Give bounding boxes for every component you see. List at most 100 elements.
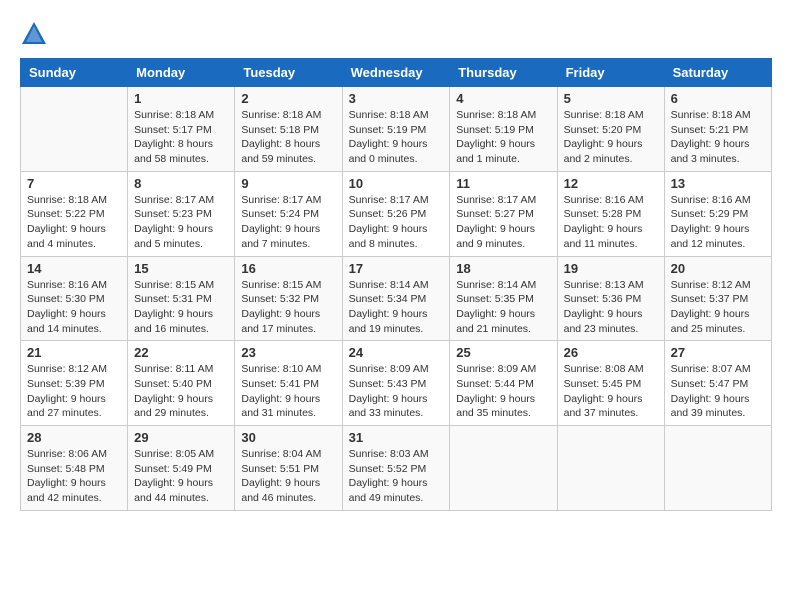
cell-content: Sunrise: 8:12 AM Sunset: 5:37 PM Dayligh… [671, 278, 765, 337]
calendar-cell: 18 Sunrise: 8:14 AM Sunset: 5:35 PM Dayli… [450, 256, 557, 341]
cell-content: Sunrise: 8:18 AM Sunset: 5:19 PM Dayligh… [456, 108, 550, 167]
day-number: 30 [241, 430, 335, 445]
calendar-cell: 8 Sunrise: 8:17 AM Sunset: 5:23 PM Daylig… [128, 171, 235, 256]
calendar-cell: 31 Sunrise: 8:03 AM Sunset: 5:52 PM Dayli… [342, 426, 450, 511]
calendar-cell: 27Sunrise: 8:07 AM Sunset: 5:47 PM Dayli… [664, 341, 771, 426]
calendar-cell: 28 Sunrise: 8:06 AM Sunset: 5:48 PM Dayli… [21, 426, 128, 511]
day-number: 26 [564, 345, 658, 360]
cell-content: Sunrise: 8:16 AM Sunset: 5:29 PM Dayligh… [671, 193, 765, 252]
cell-content: Sunrise: 8:12 AM Sunset: 5:39 PM Dayligh… [27, 362, 121, 421]
day-number: 18 [456, 261, 550, 276]
weekday-header-monday: Monday [128, 59, 235, 87]
weekday-header-wednesday: Wednesday [342, 59, 450, 87]
cell-content: Sunrise: 8:10 AM Sunset: 5:41 PM Dayligh… [241, 362, 335, 421]
calendar-cell: 12 Sunrise: 8:16 AM Sunset: 5:28 PM Dayli… [557, 171, 664, 256]
calendar-cell: 5 Sunrise: 8:18 AM Sunset: 5:20 PM Daylig… [557, 87, 664, 172]
day-number: 8 [134, 176, 228, 191]
calendar-cell: 20 Sunrise: 8:12 AM Sunset: 5:37 PM Dayli… [664, 256, 771, 341]
calendar-cell: 15Sunrise: 8:15 AM Sunset: 5:31 PM Dayli… [128, 256, 235, 341]
calendar-cell: 9 Sunrise: 8:17 AM Sunset: 5:24 PM Daylig… [235, 171, 342, 256]
day-number: 11 [456, 176, 550, 191]
day-number: 25 [456, 345, 550, 360]
cell-content: Sunrise: 8:14 AM Sunset: 5:34 PM Dayligh… [349, 278, 444, 337]
weekday-header-sunday: Sunday [21, 59, 128, 87]
day-number: 6 [671, 91, 765, 106]
calendar-table: SundayMondayTuesdayWednesdayThursdayFrid… [20, 58, 772, 511]
day-number: 29 [134, 430, 228, 445]
cell-content: Sunrise: 8:09 AM Sunset: 5:44 PM Dayligh… [456, 362, 550, 421]
cell-content: Sunrise: 8:04 AM Sunset: 5:51 PM Dayligh… [241, 447, 335, 506]
day-number: 28 [27, 430, 121, 445]
weekday-header-thursday: Thursday [450, 59, 557, 87]
calendar-cell [450, 426, 557, 511]
day-number: 19 [564, 261, 658, 276]
day-number: 24 [349, 345, 444, 360]
day-number: 7 [27, 176, 121, 191]
cell-content: Sunrise: 8:16 AM Sunset: 5:30 PM Dayligh… [27, 278, 121, 337]
day-number: 9 [241, 176, 335, 191]
calendar-cell: 16 Sunrise: 8:15 AM Sunset: 5:32 PM Dayli… [235, 256, 342, 341]
calendar-cell [664, 426, 771, 511]
day-number: 12 [564, 176, 658, 191]
calendar-cell: 13 Sunrise: 8:16 AM Sunset: 5:29 PM Dayli… [664, 171, 771, 256]
cell-content: Sunrise: 8:05 AM Sunset: 5:49 PM Dayligh… [134, 447, 228, 506]
day-number: 10 [349, 176, 444, 191]
page-header [20, 20, 772, 48]
cell-content: Sunrise: 8:03 AM Sunset: 5:52 PM Dayligh… [349, 447, 444, 506]
calendar-cell: 10 Sunrise: 8:17 AM Sunset: 5:26 PM Dayli… [342, 171, 450, 256]
day-number: 13 [671, 176, 765, 191]
calendar-cell: 30 Sunrise: 8:04 AM Sunset: 5:51 PM Dayli… [235, 426, 342, 511]
cell-content: Sunrise: 8:06 AM Sunset: 5:48 PM Dayligh… [27, 447, 121, 506]
cell-content: Sunrise: 8:11 AM Sunset: 5:40 PM Dayligh… [134, 362, 228, 421]
day-number: 20 [671, 261, 765, 276]
cell-content: Sunrise: 8:17 AM Sunset: 5:23 PM Dayligh… [134, 193, 228, 252]
cell-content: Sunrise: 8:13 AM Sunset: 5:36 PM Dayligh… [564, 278, 658, 337]
cell-content: Sunrise: 8:14 AM Sunset: 5:35 PM Dayligh… [456, 278, 550, 337]
day-number: 16 [241, 261, 335, 276]
cell-content: Sunrise: 8:18 AM Sunset: 5:20 PM Dayligh… [564, 108, 658, 167]
cell-content: Sunrise: 8:18 AM Sunset: 5:17 PM Dayligh… [134, 108, 228, 167]
calendar-cell: 21 Sunrise: 8:12 AM Sunset: 5:39 PM Dayli… [21, 341, 128, 426]
day-number: 1 [134, 91, 228, 106]
weekday-header-saturday: Saturday [664, 59, 771, 87]
calendar-cell: 6 Sunrise: 8:18 AM Sunset: 5:21 PM Daylig… [664, 87, 771, 172]
cell-content: Sunrise: 8:09 AM Sunset: 5:43 PM Dayligh… [349, 362, 444, 421]
cell-content: Sunrise: 8:18 AM Sunset: 5:21 PM Dayligh… [671, 108, 765, 167]
day-number: 21 [27, 345, 121, 360]
calendar-cell [557, 426, 664, 511]
logo [20, 20, 52, 48]
calendar-cell: 7 Sunrise: 8:18 AM Sunset: 5:22 PM Daylig… [21, 171, 128, 256]
calendar-cell: 4Sunrise: 8:18 AM Sunset: 5:19 PM Daylig… [450, 87, 557, 172]
weekday-header-friday: Friday [557, 59, 664, 87]
calendar-cell: 2Sunrise: 8:18 AM Sunset: 5:18 PM Daylig… [235, 87, 342, 172]
calendar-cell: 24 Sunrise: 8:09 AM Sunset: 5:43 PM Dayli… [342, 341, 450, 426]
calendar-cell: 29 Sunrise: 8:05 AM Sunset: 5:49 PM Dayli… [128, 426, 235, 511]
cell-content: Sunrise: 8:18 AM Sunset: 5:19 PM Dayligh… [349, 108, 444, 167]
day-number: 15 [134, 261, 228, 276]
cell-content: Sunrise: 8:15 AM Sunset: 5:32 PM Dayligh… [241, 278, 335, 337]
calendar-cell: 26 Sunrise: 8:08 AM Sunset: 5:45 PM Dayli… [557, 341, 664, 426]
day-number: 27 [671, 345, 765, 360]
calendar-cell: 14 Sunrise: 8:16 AM Sunset: 5:30 PM Dayli… [21, 256, 128, 341]
day-number: 17 [349, 261, 444, 276]
calendar-cell: 22 Sunrise: 8:11 AM Sunset: 5:40 PM Dayli… [128, 341, 235, 426]
logo-icon [20, 20, 48, 48]
cell-content: Sunrise: 8:18 AM Sunset: 5:18 PM Dayligh… [241, 108, 335, 167]
calendar-cell: 19 Sunrise: 8:13 AM Sunset: 5:36 PM Dayli… [557, 256, 664, 341]
day-number: 31 [349, 430, 444, 445]
calendar-cell: 1 Sunrise: 8:18 AM Sunset: 5:17 PM Daylig… [128, 87, 235, 172]
weekday-header-tuesday: Tuesday [235, 59, 342, 87]
day-number: 14 [27, 261, 121, 276]
cell-content: Sunrise: 8:17 AM Sunset: 5:24 PM Dayligh… [241, 193, 335, 252]
calendar-cell: 11Sunrise: 8:17 AM Sunset: 5:27 PM Dayli… [450, 171, 557, 256]
day-number: 22 [134, 345, 228, 360]
day-number: 3 [349, 91, 444, 106]
day-number: 5 [564, 91, 658, 106]
cell-content: Sunrise: 8:18 AM Sunset: 5:22 PM Dayligh… [27, 193, 121, 252]
cell-content: Sunrise: 8:16 AM Sunset: 5:28 PM Dayligh… [564, 193, 658, 252]
calendar-cell: 23 Sunrise: 8:10 AM Sunset: 5:41 PM Dayli… [235, 341, 342, 426]
calendar-cell: 17 Sunrise: 8:14 AM Sunset: 5:34 PM Dayli… [342, 256, 450, 341]
cell-content: Sunrise: 8:17 AM Sunset: 5:26 PM Dayligh… [349, 193, 444, 252]
day-number: 23 [241, 345, 335, 360]
cell-content: Sunrise: 8:08 AM Sunset: 5:45 PM Dayligh… [564, 362, 658, 421]
